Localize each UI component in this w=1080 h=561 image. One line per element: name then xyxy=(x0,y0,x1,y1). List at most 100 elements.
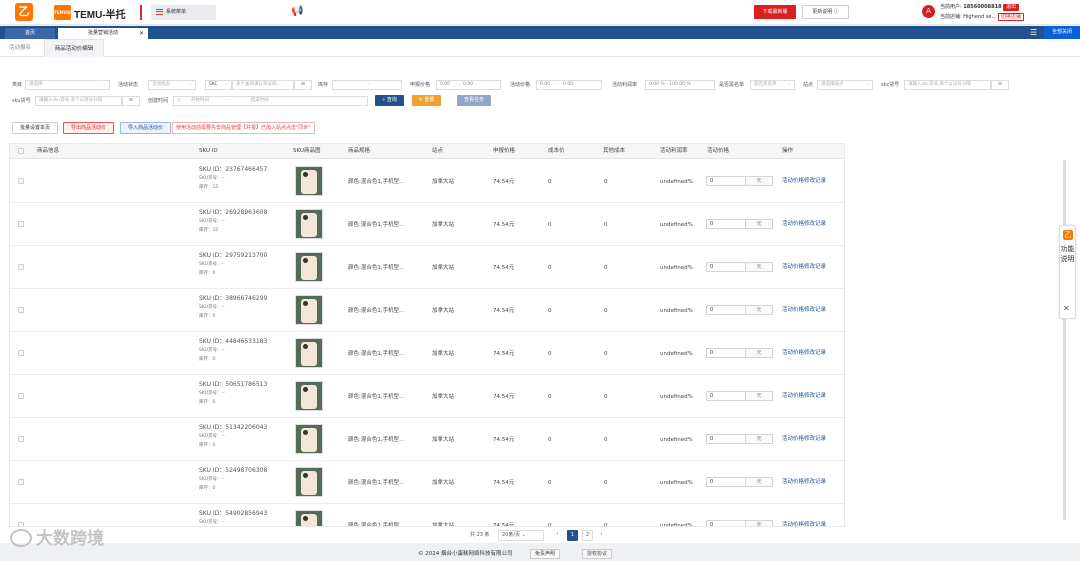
margin-value: undefined% xyxy=(660,351,693,357)
close-icon[interactable]: ✕ xyxy=(139,28,144,39)
current-user: 当前用户: 18560008818 退出 xyxy=(940,4,1020,11)
activity-price-input[interactable]: 0 xyxy=(706,391,746,401)
speaker-icon[interactable]: 📢 xyxy=(291,7,303,17)
margin-range[interactable]: 0.00 % - 100.00 % xyxy=(645,80,715,90)
created-time-label: 创建时间 xyxy=(148,98,169,104)
activity-price-input[interactable]: 0 xyxy=(706,262,746,272)
close-all-button[interactable]: 全部关闭 xyxy=(1044,26,1080,39)
table-header: 商品信息 SKU ID SKU商品图 商品规格 站点 申报价格 成本价 其他成本… xyxy=(10,144,844,159)
tab-home[interactable]: 首页 xyxy=(5,28,55,39)
row-checkbox[interactable] xyxy=(18,436,24,442)
status-select[interactable]: 活动状态 ⌄ xyxy=(148,80,196,90)
price-log-link[interactable]: 活动价格修改记录 xyxy=(782,306,826,314)
tab-batch-marketing[interactable]: 批量营销活动 ✕ xyxy=(58,28,148,39)
sku-id-prefix: SKU ID： xyxy=(199,381,226,388)
sku-image[interactable] xyxy=(295,381,323,411)
sku-image[interactable] xyxy=(295,424,323,454)
logout-button[interactable]: 退出 xyxy=(1003,4,1020,11)
update-notes-button[interactable]: 更新说明 ⓘ xyxy=(802,5,849,19)
sku-image[interactable] xyxy=(295,295,323,325)
close-icon[interactable]: ✕ xyxy=(1063,304,1070,314)
price-log-link[interactable]: 活动价格修改记录 xyxy=(782,220,826,228)
brand-title: TEMU-半托 xyxy=(74,10,126,21)
skc-paste-button[interactable]: ⊞ xyxy=(294,80,312,90)
disclaimer-button[interactable]: 免责声明 xyxy=(530,549,561,559)
stock-value: 0 xyxy=(212,443,216,448)
row-checkbox[interactable] xyxy=(18,178,24,184)
declare-price-range[interactable]: 0.00 - 0.00 xyxy=(436,80,501,90)
activity-price-input[interactable]: 0 xyxy=(706,348,746,358)
skc-type-select[interactable]: SKC ⌄ xyxy=(205,80,232,90)
row-checkbox[interactable] xyxy=(18,479,24,485)
sku-image[interactable] xyxy=(295,467,323,497)
app-logo[interactable]: 乙 xyxy=(15,3,33,21)
system-menu-button[interactable]: 系统菜单 xyxy=(151,5,216,20)
subtab-price-edit[interactable]: 商品活动价编辑 xyxy=(44,39,104,57)
query-button[interactable]: ⌕ 查询 xyxy=(375,95,404,106)
row-checkbox[interactable] xyxy=(18,350,24,356)
sku-no-input[interactable]: 请输入sku货号,多个以逗号分隔 xyxy=(35,96,122,106)
col-sku-image: SKU商品图 xyxy=(293,148,321,154)
row-checkbox[interactable] xyxy=(18,393,24,399)
skc-no-paste-button[interactable]: ⊞ xyxy=(991,80,1009,90)
subtab-activity-signup[interactable]: 活动报名 xyxy=(9,39,31,57)
price-log-link[interactable]: 活动价格修改记录 xyxy=(782,263,826,271)
row-checkbox[interactable] xyxy=(18,221,24,227)
sku-site: 加拿大站 xyxy=(432,480,455,486)
sku-image[interactable] xyxy=(295,209,323,239)
sku-image[interactable] xyxy=(295,510,323,526)
sku-no: SKU货号：-- xyxy=(199,305,225,310)
reset-button[interactable]: ↻ 重置 xyxy=(412,95,441,106)
activity-price-input[interactable]: 0 xyxy=(706,219,746,229)
download-latest-button[interactable]: 下载最新版 xyxy=(754,5,796,19)
view-task-button[interactable]: 查看任务 xyxy=(457,95,491,106)
agreement-button[interactable]: 授权协议 xyxy=(582,549,613,559)
price-log-link[interactable]: 活动价格修改记录 xyxy=(782,521,826,526)
price-log-link[interactable]: 活动价格修改记录 xyxy=(782,392,826,400)
select-all-checkbox[interactable] xyxy=(18,148,24,154)
sku-no-paste-button[interactable]: ⊞ xyxy=(122,96,140,106)
site-select[interactable]: 请选择站点 ⌄ xyxy=(817,80,873,90)
created-time-range[interactable]: ◷ 开始时间 - 结束时间 xyxy=(173,96,368,106)
sku-image[interactable] xyxy=(295,252,323,282)
page-size-select[interactable]: 20条/页 ⌄ xyxy=(498,530,544,541)
sku-stock: 库存：0 xyxy=(199,399,215,406)
activity-price-input[interactable]: 0 xyxy=(706,176,746,186)
sku-image[interactable] xyxy=(295,338,323,368)
sku-site: 加拿大站 xyxy=(432,523,455,527)
sku-site: 加拿大站 xyxy=(432,222,455,228)
prev-page-button[interactable]: ‹ xyxy=(552,530,563,541)
skc-input[interactable]: 多个查询请以英号间... xyxy=(232,80,294,90)
margin-value: undefined% xyxy=(660,222,693,228)
page-2-button[interactable]: 2 xyxy=(582,530,593,541)
skc-no-input[interactable]: 请输入skc货号,多个以逗号分隔 xyxy=(904,80,991,90)
row-checkbox[interactable] xyxy=(18,307,24,313)
row-checkbox[interactable] xyxy=(18,264,24,270)
blacklist-select[interactable]: 是否黑名单 ⌄ xyxy=(750,80,795,90)
activity-price-input[interactable]: 0 xyxy=(706,305,746,315)
price-log-link[interactable]: 活动价格修改记录 xyxy=(782,478,826,486)
export-price-button[interactable]: 导出商品活动价 xyxy=(63,122,114,134)
price-log-link[interactable]: 活动价格修改记录 xyxy=(782,349,826,357)
next-page-button[interactable]: › xyxy=(596,530,607,541)
page-size-value: 20条/页 xyxy=(502,532,521,538)
row-checkbox[interactable] xyxy=(18,522,24,526)
batch-set-page-button[interactable]: 批量设置本页 xyxy=(12,122,58,134)
stock-range-input[interactable]: - xyxy=(332,80,402,90)
switch-shop-button[interactable]: 切换店铺 xyxy=(997,13,1024,21)
help-side-panel[interactable]: 乙 功能说明 ✕ xyxy=(1059,225,1076,319)
activity-price-input[interactable]: 0 xyxy=(706,520,746,526)
activity-price-input[interactable]: 0 xyxy=(706,434,746,444)
category-select[interactable]: 请选择 ⌄ xyxy=(25,80,110,90)
sku-id-prefix: SKU ID： xyxy=(199,252,226,259)
import-price-button[interactable]: 导入商品活动价 xyxy=(120,122,171,134)
sku-image[interactable] xyxy=(295,166,323,196)
page-1-button[interactable]: 1 xyxy=(567,530,578,541)
activity-price-input[interactable]: 0 xyxy=(706,477,746,487)
activity-price-range[interactable]: 0.00 - 0.00 xyxy=(536,80,602,90)
table-scrollbar[interactable] xyxy=(1063,160,1066,520)
price-log-link[interactable]: 活动价格修改记录 xyxy=(782,435,826,443)
price-log-link[interactable]: 活动价格修改记录 xyxy=(782,177,826,185)
avatar[interactable]: A xyxy=(922,5,935,18)
hamburger-icon[interactable]: ☰ xyxy=(1030,28,1039,37)
